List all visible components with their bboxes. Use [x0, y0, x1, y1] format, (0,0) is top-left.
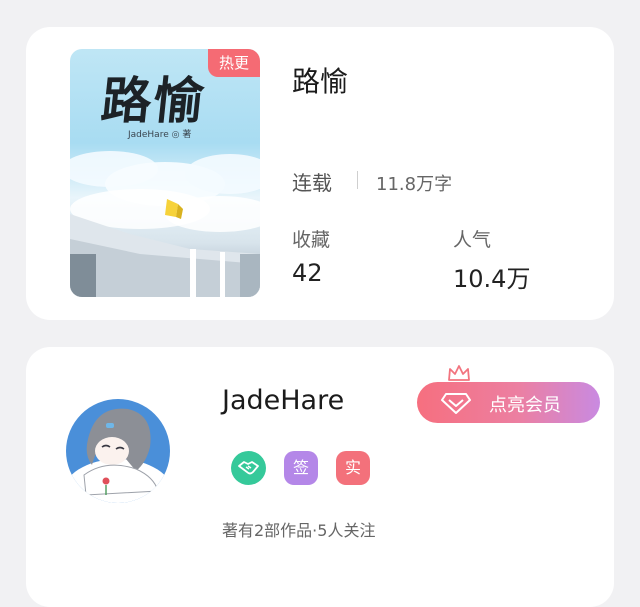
book-title: 路愉 — [292, 65, 349, 98]
word-count: 11.8万字 — [376, 174, 453, 195]
verified-badge[interactable]: 实 — [336, 451, 370, 485]
favorites-label: 收藏 — [292, 229, 331, 251]
author-works-info: 著有2部作品·5人关注 — [222, 521, 376, 540]
signed-author-badge[interactable]: 签 — [284, 451, 318, 485]
book-cover[interactable]: 路愉 JadeHare ◎ 著 热更 — [70, 49, 260, 297]
serial-status: 连载 — [292, 171, 332, 195]
vip-button-label: 点亮会员 — [489, 395, 561, 416]
author-card: JadeHare 点亮会员 签 实 著有2部作品·5人关注 — [26, 347, 614, 607]
book-info-card: 路愉 JadeHare ◎ 著 热更 路愉 连载 11.8万字 收藏 42 人气… — [26, 27, 614, 320]
hot-update-badge: 热更 — [208, 49, 260, 77]
favorites-count: 42 — [292, 259, 323, 287]
author-name[interactable]: JadeHare — [222, 385, 344, 416]
popularity-label: 人气 — [453, 229, 492, 251]
author-avatar[interactable] — [66, 399, 170, 503]
cover-title-text: 路愉 — [98, 71, 209, 130]
meta-divider — [357, 171, 358, 189]
diamond-icon — [441, 393, 471, 414]
cover-author-text: JadeHare ◎ 著 — [128, 130, 192, 140]
popularity-count: 10.4万 — [453, 265, 531, 293]
avatar-illustration — [66, 399, 170, 503]
crown-icon — [448, 365, 470, 381]
activate-vip-button[interactable]: 点亮会员 — [417, 382, 600, 423]
handshake-icon — [238, 461, 259, 475]
partner-badge[interactable] — [231, 451, 266, 485]
